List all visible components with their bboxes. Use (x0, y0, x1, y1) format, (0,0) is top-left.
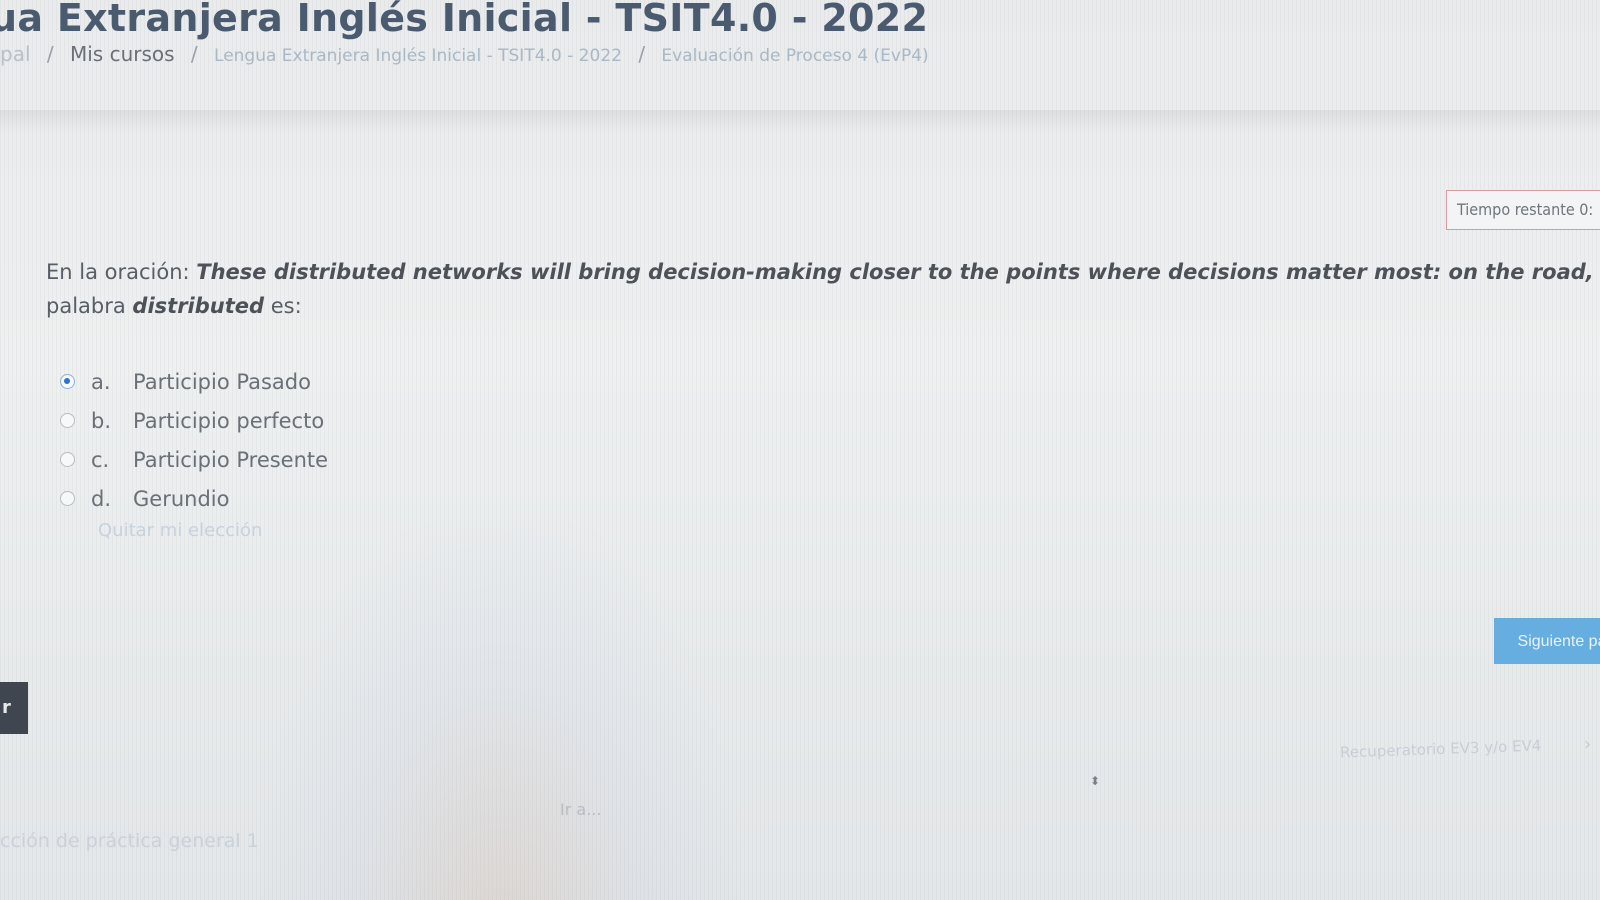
select-arrows-icon: ⬍ (1090, 774, 1101, 788)
question-sentence: These distributed networks will bring de… (196, 260, 1600, 284)
answer-letter: b. (91, 408, 112, 433)
breadcrumb-separator: / (46, 42, 54, 66)
answer-option-a[interactable]: a. Participio Pasado (60, 362, 328, 401)
question-text: En la oración: These distributed network… (46, 255, 1600, 323)
header-divider (0, 110, 1600, 134)
question-line-2: palabra distributed es: (46, 289, 1600, 323)
breadcrumb-separator: / (190, 42, 198, 66)
answer-label[interactable]: Participio Presente (133, 448, 328, 472)
chevron-right-icon[interactable]: › (1584, 734, 1591, 755)
answer-letter: c. (91, 447, 110, 472)
jump-to-select[interactable]: ⬍ Ir a... (560, 774, 1100, 830)
previous-activity-link[interactable]: cción de práctica general 1 (0, 830, 259, 852)
breadcrumb-course[interactable]: Lengua Extranjera Inglés Inicial - TSIT4… (214, 46, 622, 66)
answer-label[interactable]: Participio perfecto (133, 409, 324, 433)
breadcrumb-home[interactable]: pal (0, 42, 31, 66)
breadcrumb-mis-cursos[interactable]: Mis cursos (70, 42, 175, 66)
question-line-1: En la oración: These distributed network… (46, 255, 1600, 289)
question-prefix: En la oración: (46, 260, 197, 284)
radio-icon[interactable] (60, 452, 75, 467)
question-keyword: distributed (132, 294, 265, 318)
side-drawer-toggle[interactable]: r (0, 682, 28, 734)
breadcrumb: pal / Mis cursos / Lengua Extranjera Ing… (0, 42, 939, 66)
radio-icon[interactable] (60, 491, 75, 506)
answer-list: a. Participio Pasado b. Participio perfe… (60, 362, 328, 518)
time-remaining: Tiempo restante 0: (1446, 190, 1600, 230)
answer-option-d[interactable]: d. Gerundio (60, 479, 328, 518)
page-title: ua Extranjera Inglés Inicial - TSIT4.0 -… (0, 0, 929, 40)
next-activity-link[interactable]: Recuperatorio EV3 y/o EV4 (1340, 736, 1542, 761)
breadcrumb-separator: / (638, 42, 646, 66)
answer-label[interactable]: Gerundio (133, 487, 229, 511)
jump-to-label: Ir a... (560, 800, 602, 819)
answer-option-c[interactable]: c. Participio Presente (60, 440, 328, 479)
answer-letter: a. (91, 369, 111, 394)
clear-choice-link[interactable]: Quitar mi elección (98, 520, 262, 541)
answer-letter: d. (91, 486, 112, 511)
answer-option-b[interactable]: b. Participio perfecto (60, 401, 328, 440)
question-line2-start: palabra (46, 294, 133, 318)
breadcrumb-quiz[interactable]: Evaluación de Proceso 4 (EvP4) (661, 46, 928, 66)
radio-selected-icon[interactable] (60, 374, 75, 389)
radio-icon[interactable] (60, 413, 75, 428)
answer-label[interactable]: Participio Pasado (133, 370, 311, 394)
quiz-page: ua Extranjera Inglés Inicial - TSIT4.0 -… (0, 0, 1600, 900)
question-line2-end: es: (264, 294, 302, 318)
next-page-button[interactable]: Siguiente pá (1494, 618, 1600, 664)
